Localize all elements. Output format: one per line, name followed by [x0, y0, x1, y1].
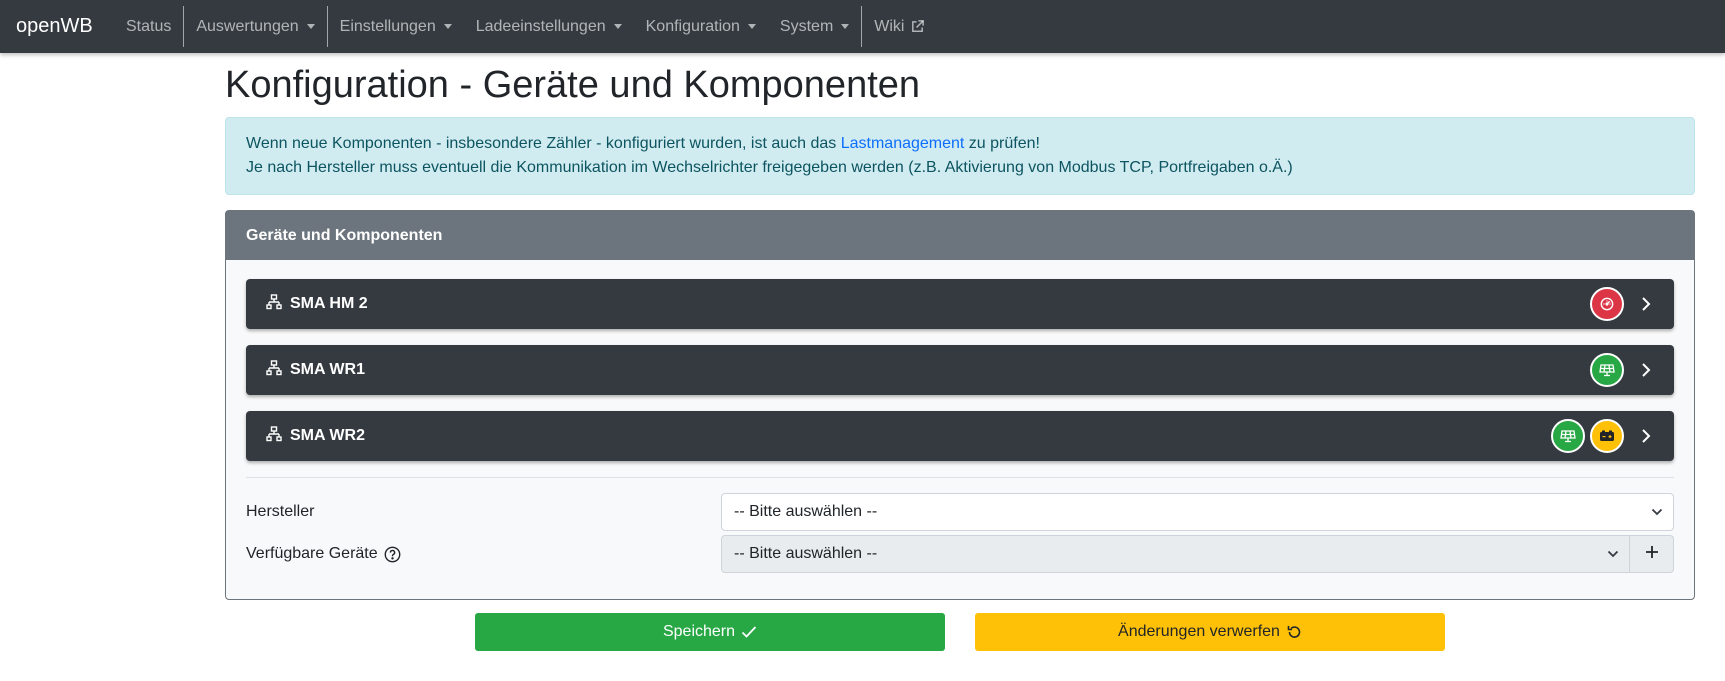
- battery-icon[interactable]: [1590, 419, 1624, 453]
- available-devices-select-value: -- Bitte auswählen --: [734, 545, 878, 562]
- manufacturer-select-value: -- Bitte auswählen --: [734, 503, 878, 520]
- caret-down-icon: [841, 24, 850, 29]
- alert-line-1: Wenn neue Komponenten - insbesondere Zäh…: [246, 132, 1674, 156]
- info-alert: Wenn neue Komponenten - insbesondere Zäh…: [225, 117, 1695, 195]
- external-link-icon: [910, 19, 925, 34]
- network-icon: [266, 359, 282, 381]
- manufacturer-row: Hersteller -- Bitte auswählen --: [246, 493, 1674, 531]
- add-device-button[interactable]: [1630, 535, 1674, 573]
- alert-text: zu prüfen!: [964, 135, 1040, 152]
- nav-auswertungen-label: Auswertungen: [196, 17, 299, 35]
- available-devices-select[interactable]: -- Bitte auswählen --: [721, 535, 1630, 573]
- nav-wiki[interactable]: Wiki: [862, 0, 937, 53]
- nav-einstellungen[interactable]: Einstellungen: [328, 0, 464, 53]
- alert-line-2: Je nach Hersteller muss eventuell die Ko…: [246, 159, 1293, 176]
- device-row[interactable]: SMA WR1: [246, 345, 1674, 395]
- device-row[interactable]: SMA HM 2: [246, 279, 1674, 329]
- save-button-label: Speichern: [662, 623, 736, 640]
- chevron-right-icon[interactable]: [1638, 296, 1654, 312]
- nav-ladeeinstellungen-label: Ladeeinstellungen: [475, 17, 606, 35]
- network-icon: [266, 425, 282, 447]
- available-devices-label-text: Verfügbare Geräte: [246, 545, 378, 562]
- nav-status-label: Status: [126, 17, 172, 35]
- question-circle-icon[interactable]: [384, 546, 401, 563]
- counter-icon[interactable]: [1590, 287, 1624, 321]
- device-name: SMA WR2: [290, 427, 365, 444]
- nav-ladeeinstellungen[interactable]: Ladeeinstellungen: [464, 0, 634, 53]
- available-devices-row: Verfügbare Geräte -- Bitte auswählen --: [246, 535, 1674, 573]
- chevron-down-icon: [1607, 545, 1619, 563]
- solar-panel-icon[interactable]: [1590, 353, 1624, 387]
- devices-card: Geräte und Komponenten SMA HM 2 SMA WR1 …: [225, 210, 1695, 600]
- plus-icon: [1645, 545, 1659, 564]
- divider: [246, 477, 1674, 478]
- caret-down-icon: [443, 24, 452, 29]
- caret-down-icon: [747, 24, 756, 29]
- discard-changes-button[interactable]: Änderungen verwerfen: [975, 613, 1445, 651]
- main-content: Konfiguration - Geräte und Komponenten W…: [225, 53, 1695, 600]
- brand-logo[interactable]: openWB: [0, 15, 114, 38]
- lastmanagement-link[interactable]: Lastmanagement: [841, 135, 965, 152]
- chevron-right-icon[interactable]: [1638, 362, 1654, 378]
- network-icon: [266, 293, 282, 315]
- device-name: SMA WR1: [290, 361, 365, 378]
- undo-icon: [1287, 626, 1301, 638]
- nav-system[interactable]: System: [768, 0, 861, 53]
- alert-text: Wenn neue Komponenten - insbesondere Zäh…: [246, 135, 841, 152]
- check-icon: [741, 626, 757, 638]
- nav-konfiguration-label: Konfiguration: [645, 17, 740, 35]
- device-name: SMA HM 2: [290, 295, 368, 312]
- nav-status[interactable]: Status: [114, 0, 183, 53]
- page-title: Konfiguration - Geräte und Komponenten: [225, 64, 921, 106]
- device-row[interactable]: SMA WR2: [246, 411, 1674, 461]
- nav-einstellungen-label: Einstellungen: [339, 17, 436, 35]
- card-header: Geräte und Komponenten: [226, 211, 1694, 260]
- discard-button-label: Änderungen verwerfen: [1118, 623, 1280, 640]
- nav-wiki-label: Wiki: [874, 17, 905, 35]
- nav-auswertungen[interactable]: Auswertungen: [184, 0, 326, 53]
- card-body: SMA HM 2 SMA WR1 SMA WR2 Hersteller -- B…: [226, 260, 1694, 599]
- available-devices-label: Verfügbare Geräte: [246, 545, 721, 563]
- nav-system-label: System: [779, 17, 834, 35]
- manufacturer-select[interactable]: -- Bitte auswählen --: [721, 493, 1674, 531]
- chevron-right-icon[interactable]: [1638, 428, 1654, 444]
- manufacturer-label: Hersteller: [246, 503, 315, 520]
- caret-down-icon: [613, 24, 622, 29]
- chevron-down-icon: [1651, 503, 1663, 521]
- nav-konfiguration[interactable]: Konfiguration: [634, 0, 768, 53]
- solar-panel-icon[interactable]: [1551, 419, 1585, 453]
- caret-down-icon: [306, 24, 315, 29]
- top-navbar: openWB Status Auswertungen Einstellungen…: [0, 0, 1725, 53]
- save-button[interactable]: Speichern: [475, 613, 945, 651]
